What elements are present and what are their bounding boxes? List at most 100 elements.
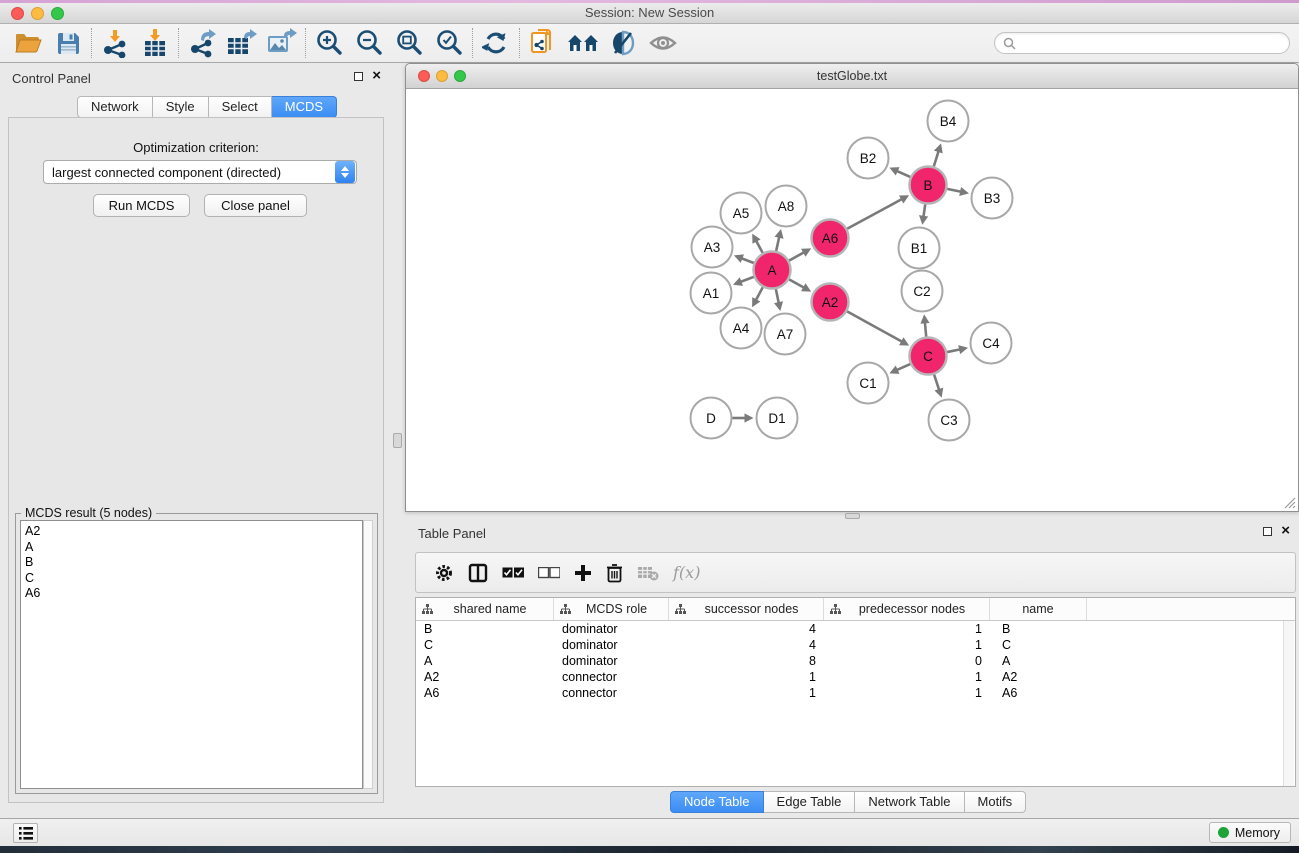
import-network-icon[interactable] <box>95 26 135 60</box>
zoom-in-icon[interactable] <box>309 26 349 60</box>
column-header-MCDS-role[interactable]: MCDS role <box>554 598 669 620</box>
column-header-predecessor-nodes[interactable]: predecessor nodes <box>824 598 990 620</box>
close-panel-button[interactable]: Close panel <box>204 194 307 217</box>
edge-A6-B[interactable] <box>847 199 902 229</box>
table-cell[interactable]: A2 <box>416 669 554 685</box>
tab-network-table[interactable]: Network Table <box>855 791 964 813</box>
table-cell[interactable]: 1 <box>669 669 824 685</box>
zoom-selected-icon[interactable] <box>429 26 469 60</box>
edge-C-C2[interactable] <box>925 322 926 336</box>
zoom-out-icon[interactable] <box>349 26 389 60</box>
delete-table-icon[interactable] <box>637 558 659 588</box>
table-row[interactable]: Cdominator41C <box>416 637 1295 653</box>
float-table-panel-icon[interactable] <box>1263 527 1272 536</box>
table-row[interactable]: A2connector11A2 <box>416 669 1295 685</box>
edge-A-A2[interactable] <box>789 279 804 287</box>
network-window-titlebar[interactable]: testGlobe.txt <box>406 64 1298 89</box>
edge-A-A6[interactable] <box>789 252 804 260</box>
close-table-panel-icon[interactable]: × <box>1281 526 1290 536</box>
edge-A-A1[interactable] <box>740 277 753 282</box>
table-cell[interactable]: 4 <box>669 637 824 653</box>
open-session-icon[interactable] <box>8 26 48 60</box>
save-session-icon[interactable] <box>48 26 88 60</box>
export-network-icon[interactable] <box>182 26 222 60</box>
network-canvas[interactable]: B4B2BB3B1A5A8A6A3AA1A2C2A4A7C1CC4C3DD1 <box>407 89 1297 511</box>
refresh-icon[interactable] <box>476 26 516 60</box>
search-field[interactable] <box>994 32 1290 54</box>
table-cell[interactable]: dominator <box>554 621 669 637</box>
export-image-icon[interactable] <box>262 26 302 60</box>
network-close-button[interactable] <box>418 70 430 82</box>
table-row[interactable]: Adominator80A <box>416 653 1295 669</box>
table-cell[interactable]: A6 <box>416 685 554 701</box>
minimize-window-button[interactable] <box>31 7 44 20</box>
edge-A-A3[interactable] <box>741 258 753 263</box>
table-cell[interactable]: 1 <box>824 621 990 637</box>
delete-columns-icon[interactable] <box>606 558 623 588</box>
table-cell[interactable]: 1 <box>669 685 824 701</box>
graphics-details-icon[interactable] <box>603 26 643 60</box>
edge-B-B2[interactable] <box>897 171 910 177</box>
table-row[interactable]: A6connector11A6 <box>416 685 1295 701</box>
tab-motifs[interactable]: Motifs <box>965 791 1027 813</box>
table-cell[interactable]: 1 <box>824 685 990 701</box>
tab-node-table[interactable]: Node Table <box>670 791 764 813</box>
edge-A-A5[interactable] <box>756 241 763 253</box>
zoom-fit-icon[interactable] <box>389 26 429 60</box>
table-row[interactable]: Bdominator41B <box>416 621 1295 637</box>
run-mcds-button[interactable]: Run MCDS <box>93 194 190 217</box>
table-cell[interactable]: 1 <box>824 669 990 685</box>
table-cell[interactable]: connector <box>554 669 669 685</box>
table-cell[interactable]: A6 <box>990 685 1087 701</box>
tab-mcds[interactable]: MCDS <box>272 96 337 118</box>
edge-B-B4[interactable] <box>934 151 939 166</box>
close-panel-icon[interactable]: × <box>372 71 381 81</box>
table-cell[interactable]: A <box>990 653 1087 669</box>
table-settings-icon[interactable] <box>434 558 454 588</box>
show-columns-icon[interactable] <box>468 558 488 588</box>
result-item[interactable]: A <box>25 540 362 556</box>
close-window-button[interactable] <box>11 7 24 20</box>
table-cell[interactable]: A <box>416 653 554 669</box>
tab-network[interactable]: Network <box>77 96 153 118</box>
result-list-scrollbar[interactable] <box>363 520 373 789</box>
table-cell[interactable]: dominator <box>554 653 669 669</box>
result-item[interactable]: A6 <box>25 586 362 602</box>
edge-A-A4[interactable] <box>756 287 763 300</box>
network-minimize-button[interactable] <box>436 70 448 82</box>
edge-A2-C[interactable] <box>847 311 902 341</box>
task-history-button[interactable] <box>13 823 38 843</box>
function-builder-icon[interactable]: f(x) <box>673 558 700 588</box>
table-cell[interactable]: 1 <box>824 637 990 653</box>
table-cell[interactable]: C <box>416 637 554 653</box>
table-cell[interactable]: 8 <box>669 653 824 669</box>
edge-B-B1[interactable] <box>923 204 925 217</box>
add-column-icon[interactable] <box>574 558 592 588</box>
edge-C-C1[interactable] <box>897 364 910 370</box>
search-input[interactable] <box>1020 36 1289 50</box>
optimization-criterion-select[interactable]: largest connected component (directed) <box>43 160 357 184</box>
tab-select[interactable]: Select <box>209 96 272 118</box>
table-cell[interactable]: A2 <box>990 669 1087 685</box>
edge-A-A8[interactable] <box>776 237 779 251</box>
zoom-window-button[interactable] <box>51 7 64 20</box>
mcds-result-list[interactable]: A2ABCA6 <box>20 520 363 789</box>
result-item[interactable]: C <box>25 571 362 587</box>
table-scrollbar[interactable] <box>1283 621 1294 786</box>
export-table-icon[interactable] <box>222 26 262 60</box>
network-zoom-button[interactable] <box>454 70 466 82</box>
result-item[interactable]: B <box>25 555 362 571</box>
tab-style[interactable]: Style <box>153 96 209 118</box>
clone-network-icon[interactable] <box>523 26 563 60</box>
result-item[interactable]: A2 <box>25 524 362 540</box>
horizontal-splitter-handle[interactable] <box>845 513 860 519</box>
memory-button[interactable]: Memory <box>1209 822 1291 843</box>
select-all-columns-icon[interactable] <box>502 558 524 588</box>
table-cell[interactable]: B <box>990 621 1087 637</box>
table-cell[interactable]: B <box>416 621 554 637</box>
unselect-all-columns-icon[interactable] <box>538 558 560 588</box>
column-header-shared-name[interactable]: shared name <box>416 598 554 620</box>
edge-C-C4[interactable] <box>947 349 960 352</box>
edge-C-C3[interactable] <box>934 375 939 391</box>
import-table-icon[interactable] <box>135 26 175 60</box>
